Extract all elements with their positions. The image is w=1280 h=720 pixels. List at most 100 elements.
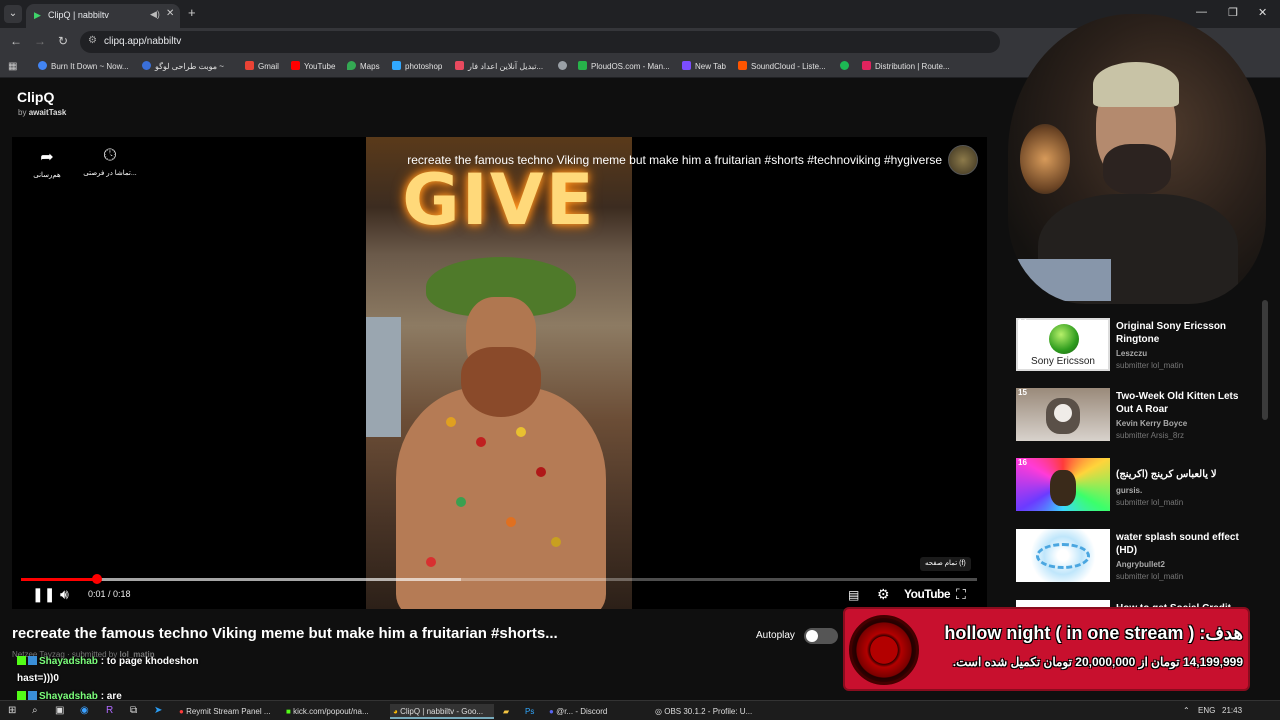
taskbar-app[interactable]: ● @r... - Discord [546,704,607,719]
reload-icon[interactable]: ↻ [58,34,68,48]
new-tab-button[interactable]: + [188,5,196,20]
tab-search-button[interactable]: ⌄ [4,5,22,23]
watch-later-button[interactable]: 🕓︎ تماشا در فرصتی... [80,147,140,177]
kick-icon: ■ [286,707,291,716]
playlist-submitter: submitter Arsis_8rz [1116,431,1185,440]
clock[interactable]: 21:43 [1222,706,1242,715]
site-logo[interactable]: ClipQ [17,89,54,105]
video-title: recreate the famous techno Viking meme b… [12,625,558,642]
settings-gear-icon[interactable]: ⚙ [877,586,890,603]
playlist-title: water splash sound effect (HD) [1116,532,1239,556]
app-icon[interactable]: ⧉ [130,705,137,716]
youtube-icon [291,61,300,70]
chat-message: Shayadshab : to page khodeshon [17,656,198,667]
tray-chevron-icon[interactable]: ⌃ [1183,706,1190,715]
playlist-item[interactable]: 17 water splash sound effect (HD) Angryb… [1016,529,1266,585]
browser-tab-active[interactable]: ▶ ClipQ | nabbiltv ◀) ✕ [26,4,180,28]
taskbar-app[interactable]: ● Reymit Stream Panel ... [176,704,271,719]
share-button[interactable]: ➦ هم‌رسانی [32,147,62,179]
task-view-icon[interactable]: ▣ [55,705,64,716]
telegram-icon[interactable]: ➤ [154,705,162,716]
bookmark-ploudos[interactable]: PloudOS.com - Man... [578,61,670,71]
taskbar-app-label: Reymit Stream Panel ... [186,707,271,716]
back-icon[interactable]: ← [10,34,22,48]
time-display: 0:01 / 0:18 [88,589,131,599]
bookmark-youtube[interactable]: YouTube [291,61,335,71]
omnibox[interactable]: ⚙ clipq.app/nabbiltv [80,31,1000,53]
taskbar-app[interactable]: ■ kick.com/popout/na... [283,704,369,719]
progress-bar[interactable] [21,574,977,584]
taskbar-app-label: OBS 30.1.2 - Profile: U... [664,707,753,716]
progress-scrubber[interactable] [92,574,103,584]
sidebar-scrollbar[interactable] [1262,300,1268,420]
site-info-icon[interactable]: ⚙ [88,35,97,46]
byline-author[interactable]: awaitTask [29,108,67,117]
app-r-icon[interactable]: R [106,705,113,716]
maps-icon [347,61,356,70]
bookmark-photoshop[interactable]: photoshop [392,61,442,71]
tab-title: ClipQ | nabbiltv [48,10,109,20]
channel-avatar[interactable] [948,145,978,175]
youtube-logo-button[interactable]: YouTube [904,587,951,601]
bookmark-maps[interactable]: Maps [347,61,380,71]
taskbar-app[interactable]: ◎ OBS 30.1.2 - Profile: U... [652,704,752,719]
playlist-thumbnail [1016,529,1110,582]
video-title-overlay[interactable]: recreate the famous techno Viking meme b… [407,153,942,167]
volume-icon[interactable]: 🔊︎ [60,586,69,603]
video-fruit [456,497,466,507]
sub-badge-icon [28,656,37,665]
playlist-submitter: submitter lol_matin [1116,498,1184,507]
minimize-icon[interactable]: — [1196,6,1207,18]
playlist-title: لا يالعباس كرينج (اكرينج) [1116,469,1217,480]
bookmark-newtab[interactable]: New Tab [682,61,726,71]
subtitles-icon[interactable]: ▤ [848,588,859,602]
pause-icon[interactable]: ❚❚ [32,586,55,603]
forward-icon[interactable]: → [34,34,46,48]
edge-icon[interactable]: ◉ [80,705,89,716]
webcam-paper [1016,259,1111,301]
close-window-icon[interactable]: ✕ [1258,6,1267,19]
distribution-icon [862,61,871,70]
playlist-item[interactable]: 15 Two-Week Old Kitten Lets Out A Roar K… [1016,388,1266,444]
playlist-item[interactable]: 16 لا يالعباس كرينج (اكرينج) gursis. sub… [1016,458,1266,514]
video-player[interactable]: GIVE ➦ هم‌رسانی 🕓︎ تماشا در فرصتی... rec… [12,137,987,609]
bookmark-item[interactable]: موبت طراحی لوگو ~ [142,61,224,71]
playlist-item[interactable]: Sony Ericsson 14 Original Sony Ericsson … [1016,318,1266,374]
playlist-author: gursis. [1116,486,1143,495]
playlist-submitter: submitter lol_matin [1116,361,1184,370]
tab-close-icon[interactable]: ✕ [166,8,174,19]
figure-shape [1050,470,1076,506]
bookmark-soundcloud[interactable]: SoundCloud - Liste... [738,61,826,71]
playlist-number: 14 [1018,318,1027,327]
byline-prefix: by [18,108,27,117]
taskbar-app[interactable]: Ps [522,704,534,719]
fullscreen-icon[interactable]: ⛶ [956,586,966,603]
taskbar-app[interactable]: ▰ [500,704,509,719]
bookmark-item[interactable] [558,61,571,71]
video-figure-beard [461,347,541,417]
search-icon[interactable]: ⌕ [32,705,38,716]
language-indicator[interactable]: ENG [1198,706,1215,715]
bookmark-item[interactable]: تبدیل آنلاین اعداد فار... [455,61,543,71]
taskbar-app-label: ClipQ | nabbiltv - Goo... [400,707,484,716]
bookmark-distribution[interactable]: Distribution | Route... [862,61,950,71]
donation-goal-widget: هدف: ( hollow night ( in one stream 14,1… [843,607,1250,691]
obs-icon: ◎ [655,707,662,716]
playlist-number: 16 [1018,458,1027,467]
taskbar-app-active[interactable]: ◕ ClipQ | nabbiltv - Goo... [390,704,494,719]
tab-audio-icon[interactable]: ◀) [150,9,160,20]
sub-badge-icon [28,691,37,700]
chat-text: : to page khodeshon [100,656,199,667]
apps-grid-icon[interactable]: ▦ [8,61,17,72]
autoplay-toggle[interactable] [804,628,838,644]
playlist-thumbnail: Sony Ericsson [1016,318,1110,371]
url-text[interactable]: clipq.app/nabbiltv [104,36,181,47]
video-fruit [516,427,526,437]
bookmark-gmail[interactable]: Gmail [245,61,279,71]
playlist-thumbnail [1016,458,1110,511]
newtab-icon [682,61,691,70]
maximize-icon[interactable]: ❐ [1228,6,1238,19]
windows-start-icon[interactable]: ⊞ [8,705,16,716]
bookmark-item[interactable]: Burn It Down ~ Now... [38,61,129,71]
bookmark-spotify[interactable] [840,61,853,71]
